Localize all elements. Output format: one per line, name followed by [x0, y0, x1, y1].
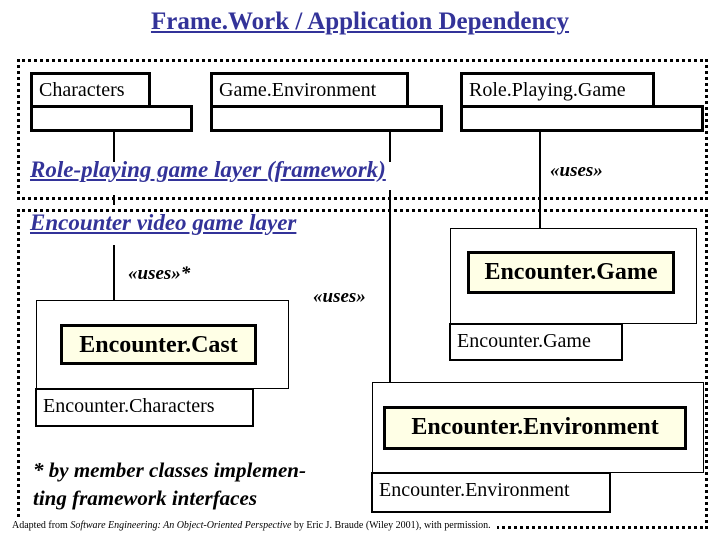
package-encounter-cast-name: Encounter.Cast [60, 324, 257, 365]
credit-line: Adapted from Software Engineering: An Ob… [12, 520, 497, 531]
footnote: * by member classes implemen- ting frame… [33, 456, 306, 512]
credit-book-title: Software Engineering: An Object-Oriented… [70, 520, 292, 531]
package-encounter-game-tab: Encounter.Game [449, 323, 623, 361]
class-game-environment-name: Game.Environment [210, 72, 409, 108]
uses-label-role-playing-game: «uses» [550, 160, 603, 181]
dependency-line-environment [389, 132, 391, 162]
application-layer-label: Encounter video game layer [30, 210, 297, 235]
class-characters-name: Characters [30, 72, 151, 108]
class-game-environment-body [210, 105, 443, 132]
uses-label-environment: «uses» [313, 286, 366, 307]
credit-suffix: by Eric J. Braude (Wiley 2001), with per… [291, 520, 491, 531]
dependency-line-environment-lower [389, 190, 391, 383]
dependency-line-cast-characters [113, 132, 115, 162]
class-role-playing-game-name: Role.Playing.Game [460, 72, 655, 108]
uses-star-label: «uses»* [128, 263, 191, 284]
class-role-playing-game-body [460, 105, 704, 132]
dependency-line-cast-characters-lower [113, 195, 115, 205]
footnote-line-2: ting framework interfaces [33, 486, 257, 510]
package-encounter-environment-tab: Encounter.Environment [371, 472, 611, 513]
credit-prefix: Adapted from [12, 520, 71, 531]
page-title: Frame.Work / Application Dependency [150, 8, 570, 35]
footnote-line-1: * by member classes implemen- [33, 458, 306, 482]
dependency-line-game [539, 132, 541, 229]
package-encounter-game-name: Encounter.Game [467, 251, 675, 294]
class-characters-body [30, 105, 193, 132]
class-game-environment-label: Game.Environment [219, 79, 377, 101]
package-encounter-environment-name: Encounter.Environment [383, 406, 687, 450]
package-encounter-cast-tab: Encounter.Characters [35, 388, 254, 427]
class-characters-label: Characters [39, 79, 125, 101]
dependency-line-cast-characters-app [113, 245, 115, 300]
class-role-playing-game-label: Role.Playing.Game [469, 79, 626, 101]
framework-layer-label: Role-playing game layer (framework) [30, 157, 386, 182]
